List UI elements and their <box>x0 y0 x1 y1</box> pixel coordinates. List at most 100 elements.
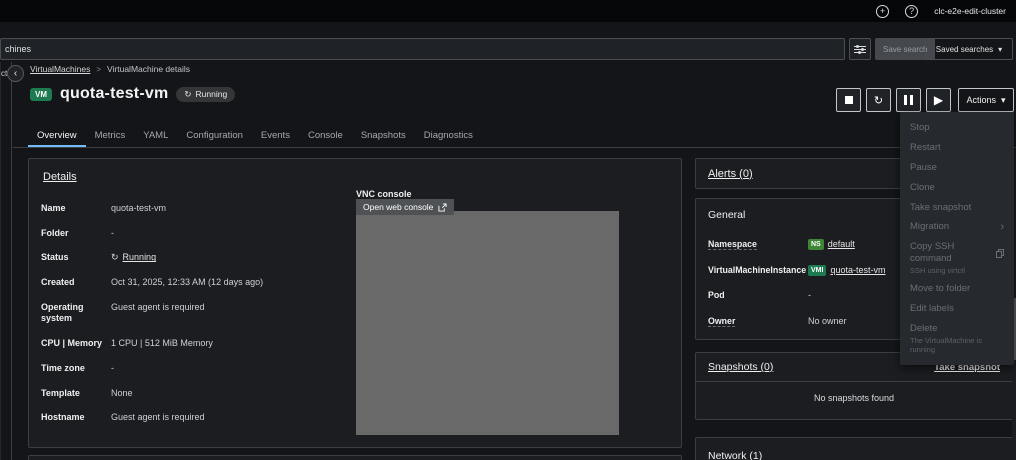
general-card-title: General <box>708 209 746 221</box>
field-label: Time zone <box>41 362 85 373</box>
tab-diagnostics[interactable]: Diagnostics <box>415 124 482 147</box>
external-link-icon <box>438 202 447 212</box>
field-value: Guest agent is required <box>111 301 205 312</box>
tab-console[interactable]: Console <box>299 124 352 147</box>
menu-item-description: The VirtualMachine is running <box>910 336 982 355</box>
snapshots-card-title[interactable]: Snapshots (0) <box>708 361 773 373</box>
field-row-operating-system: Operating system Guest agent is required <box>41 302 346 325</box>
vnc-console-label: VNC console <box>356 189 412 199</box>
actions-dropdown-button[interactable]: Actions ▾ <box>958 88 1014 112</box>
tab-metrics[interactable]: Metrics <box>86 124 135 147</box>
chevron-right-icon: › <box>1000 220 1004 233</box>
field-value: Oct 31, 2025, 12:33 AM (12 days ago) <box>111 277 264 288</box>
menu-item-pause[interactable]: Pause <box>900 158 1014 178</box>
namespace-badge: NS <box>808 239 824 251</box>
copy-icon <box>996 248 1004 258</box>
tab-snapshots[interactable]: Snapshots <box>352 124 415 147</box>
search-input[interactable] <box>0 38 845 60</box>
menu-item-restart[interactable]: Restart <box>900 138 1014 158</box>
menu-item-take-snapshot[interactable]: Take snapshot <box>900 198 1014 218</box>
field-label: Status <box>41 252 69 263</box>
vmi-badge: VMI <box>808 264 827 277</box>
pause-icon <box>904 95 913 105</box>
network-card-title[interactable]: Network (1) <box>708 450 762 460</box>
masthead: + ? clc-e2e-edit-cluster <box>0 0 1016 22</box>
field-label: Namespace <box>708 239 757 250</box>
field-label: Created <box>41 277 75 288</box>
detail-tabs: Overview Metrics YAML Configuration Even… <box>28 124 482 147</box>
breadcrumb: VirtualMachines > VirtualMachine details <box>30 64 190 74</box>
field-value: VMI quota-test-vm <box>808 265 885 277</box>
tab-configuration[interactable]: Configuration <box>177 124 252 147</box>
breadcrumb-virtualmachines[interactable]: VirtualMachines <box>30 64 90 74</box>
add-icon[interactable]: + <box>876 4 890 18</box>
menu-item-delete[interactable]: Delete The VirtualMachine is running <box>900 319 1014 359</box>
vm-control-buttons: ↻ ▶ <box>836 88 951 112</box>
menu-item-copy-ssh-command[interactable]: Copy SSH command SSH using virtctl <box>900 237 1014 279</box>
field-value: 1 CPU | 512 MiB Memory <box>111 338 213 349</box>
snapshots-empty-message: No snapshots found <box>813 393 895 403</box>
cluster-selector[interactable]: clc-e2e-edit-cluster <box>934 6 1006 16</box>
help-icon[interactable]: ? <box>905 4 919 18</box>
vmi-link[interactable]: quota-test-vm <box>830 265 885 277</box>
field-value: - <box>808 290 811 301</box>
menu-item-migration[interactable]: Migration › <box>900 217 1014 237</box>
sync-icon: ↻ <box>184 88 192 99</box>
menu-item-label: Copy SSH command <box>910 241 955 265</box>
left-nav-rail <box>0 62 12 460</box>
details-card: Details Name quota-test-vm Folder - Stat… <box>28 158 682 448</box>
restart-button[interactable]: ↻ <box>866 88 891 112</box>
vm-kind-badge: VM <box>30 87 52 101</box>
field-row-template: Template None <box>41 388 346 400</box>
field-value: No owner <box>808 316 847 327</box>
saved-searches-label: Saved searches <box>935 44 994 54</box>
pause-button[interactable] <box>896 88 921 112</box>
tab-yaml[interactable]: YAML <box>134 124 177 147</box>
next-section-card <box>28 455 682 460</box>
field-label: Operating system <box>41 301 84 324</box>
breadcrumb-separator-icon: > <box>96 64 101 74</box>
field-label: CPU | Memory <box>41 338 103 349</box>
field-row-hostname: Hostname Guest agent is required <box>41 412 346 424</box>
saved-searches-dropdown[interactable]: Saved searches ▾ <box>925 38 1013 60</box>
field-label: Template <box>41 387 80 398</box>
namespace-link[interactable]: default <box>828 239 855 251</box>
details-field-list: Name quota-test-vm Folder - Status ↻ Run… <box>41 203 346 437</box>
menu-item-stop[interactable]: Stop <box>900 118 1014 138</box>
play-button[interactable]: ▶ <box>926 88 951 112</box>
open-web-console-button[interactable]: Open web console <box>356 199 455 215</box>
search-filter-button[interactable] <box>849 38 871 60</box>
vm-status-label: Running <box>195 89 228 99</box>
page-header: VM quota-test-vm ↻ Running <box>30 85 236 103</box>
alerts-card-title[interactable]: Alerts (0) <box>708 168 753 180</box>
menu-item-clone[interactable]: Clone <box>900 178 1014 198</box>
field-label: Owner <box>708 316 736 328</box>
stop-button[interactable] <box>836 88 861 112</box>
field-label: Folder <box>41 227 69 238</box>
field-label: Pod <box>708 290 725 301</box>
tab-overview[interactable]: Overview <box>28 124 86 147</box>
actions-dropdown-menu: Stop Restart Pause Clone Take snapshot M… <box>900 112 1014 365</box>
menu-item-move-to-folder[interactable]: Move to folder <box>900 279 1014 299</box>
details-card-title[interactable]: Details <box>43 171 77 183</box>
vnc-console-preview[interactable] <box>356 211 619 435</box>
caret-down-icon: ▾ <box>998 44 1003 54</box>
collapse-panel-button[interactable]: ‹ <box>7 65 24 82</box>
field-value: - <box>111 227 114 238</box>
menu-item-edit-labels[interactable]: Edit labels <box>900 299 1014 319</box>
menu-item-label: Delete <box>910 323 938 335</box>
field-value: ↻ Running <box>111 252 156 264</box>
sliders-icon <box>854 44 866 55</box>
tab-events[interactable]: Events <box>252 124 299 147</box>
field-value: NS default <box>808 239 855 251</box>
sync-icon: ↻ <box>111 252 119 263</box>
field-row-status: Status ↻ Running <box>41 252 346 264</box>
page-title: quota-test-vm <box>60 85 169 102</box>
play-icon: ▶ <box>933 93 944 107</box>
status-running-link[interactable]: Running <box>123 252 157 264</box>
tabs-divider <box>13 147 1016 148</box>
network-card: Network (1) <box>695 437 1013 460</box>
field-label: Hostname <box>41 412 85 423</box>
stop-icon <box>844 96 853 104</box>
field-row-created: Created Oct 31, 2025, 12:33 AM (12 days … <box>41 277 346 289</box>
